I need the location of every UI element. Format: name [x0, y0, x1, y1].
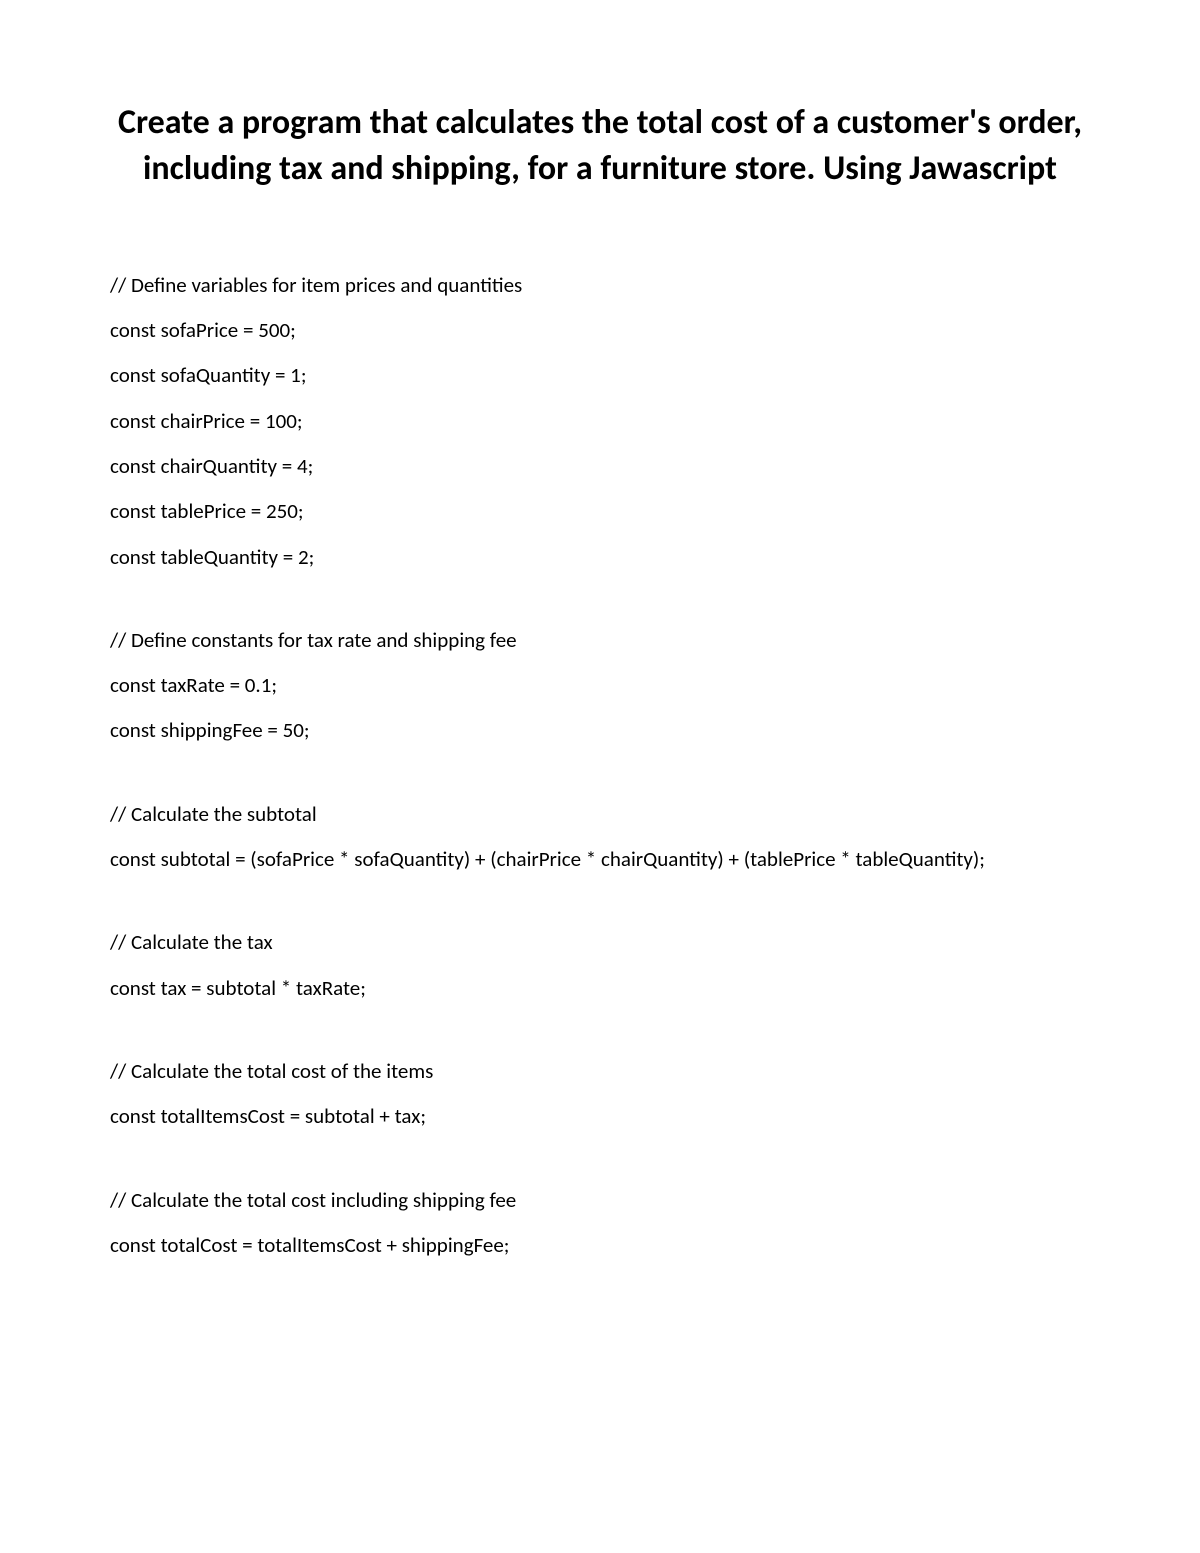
code-line: // Define constants for tax rate and shi… — [110, 627, 1090, 654]
code-line: const tablePrice = 250; — [110, 498, 1090, 525]
blank-line — [110, 589, 1090, 627]
blank-line — [110, 1149, 1090, 1187]
code-line: const sofaPrice = 500; — [110, 317, 1090, 344]
code-line: const taxRate = 0.1; — [110, 672, 1090, 699]
code-line: const chairQuantity = 4; — [110, 453, 1090, 480]
code-line: const chairPrice = 100; — [110, 408, 1090, 435]
code-line: const subtotal = (sofaPrice * sofaQuanti… — [110, 846, 1090, 873]
code-line: // Calculate the total cost including sh… — [110, 1187, 1090, 1214]
blank-line — [110, 763, 1090, 801]
code-line: const sofaQuantity = 1; — [110, 362, 1090, 389]
document-page: Create a program that calculates the tot… — [0, 0, 1200, 1553]
code-line: const tableQuantity = 2; — [110, 544, 1090, 571]
code-line: const tax = subtotal * taxRate; — [110, 975, 1090, 1002]
code-line: const shippingFee = 50; — [110, 717, 1090, 744]
blank-line — [110, 891, 1090, 929]
code-line: const totalItemsCost = subtotal + tax; — [110, 1103, 1090, 1130]
code-line: // Define variables for item prices and … — [110, 272, 1090, 299]
code-line: const totalCost = totalItemsCost + shipp… — [110, 1232, 1090, 1259]
code-line: // Calculate the tax — [110, 929, 1090, 956]
code-block: // Define variables for item prices and … — [110, 272, 1090, 1259]
blank-line — [110, 1020, 1090, 1058]
document-title: Create a program that calculates the tot… — [110, 100, 1090, 192]
code-line: // Calculate the total cost of the items — [110, 1058, 1090, 1085]
code-line: // Calculate the subtotal — [110, 801, 1090, 828]
